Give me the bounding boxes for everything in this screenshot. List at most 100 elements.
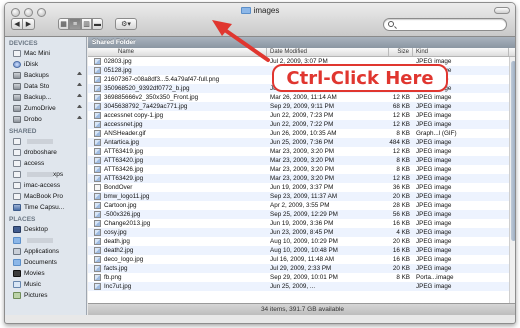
sidebar-item-shared-5[interactable]: MacBook Pro (5, 191, 86, 202)
table-row[interactable]: Antartica.jpg Jun 25, 2009, 7:36 PM 484 KB… (88, 138, 515, 147)
table-row[interactable]: Inc7ut.jpg Jun 25, 2009, ... JPEG image (88, 282, 515, 291)
file-name-cell: ATT63420.jpg (88, 156, 267, 165)
sidebar-item-label: Mac Mini (24, 50, 51, 57)
size-cell: 16 KB (392, 256, 410, 263)
file-name-cell: accessnet copy-1.jpg (88, 111, 267, 120)
eject-icon[interactable] (77, 116, 82, 119)
image-file-icon (94, 76, 101, 83)
file-name-cell: facts.jpg (88, 264, 267, 273)
image-file-icon (94, 193, 101, 200)
table-row[interactable]: death2.jpg Aug 10, 2009, 10:48 PM 16 KB JPE… (88, 246, 515, 255)
sidebar-item-places-4[interactable]: Movies (5, 268, 86, 279)
file-name-cell: ATT63429.jpg (88, 174, 267, 183)
table-row[interactable]: 3045638792_7a429ac771.jpg Sep 29, 2009, 9… (88, 102, 515, 111)
gear-icon: ⚙▾ (121, 21, 131, 28)
image-file-icon (94, 94, 101, 101)
sidebar-item-shared-2[interactable]: access (5, 158, 86, 169)
search-field[interactable] (383, 18, 507, 31)
computer-icon (13, 171, 21, 178)
sidebar-item-label: droboshare (24, 149, 57, 156)
table-row[interactable]: BondOver Jun 19, 2009, 3:37 PM 36 KB JPEG i… (88, 183, 515, 192)
toolbar-toggle-button[interactable] (494, 7, 510, 14)
table-row[interactable]: fb.png Sep 29, 2009, 10:01 PM 8 KB Porta...… (88, 273, 515, 282)
size-cell: 12 KB (392, 121, 410, 128)
sidebar-item-devices-0[interactable]: Mac Mini (5, 48, 86, 59)
column-name[interactable]: Name (88, 48, 267, 56)
kind-cell: JPEG image (416, 247, 452, 254)
sidebar-item-shared-4[interactable]: imac-access (5, 180, 86, 191)
column-kind[interactable]: Kind (413, 48, 509, 56)
file-name: Inc7ut.jpg (104, 283, 132, 290)
desktop-icon (13, 226, 21, 233)
sidebar-item-places-2[interactable]: Applications (5, 246, 86, 257)
table-row[interactable]: death.jpg Aug 10, 2009, 10:29 PM 20 KB JPEG… (88, 237, 515, 246)
sidebar-item-label: Desktop (24, 226, 48, 233)
table-row[interactable]: Change2013.jpg Jun 19, 2009, 3:36 PM 16 KB… (88, 219, 515, 228)
date-cell: Mar 26, 2009, 11:14 AM (270, 94, 337, 101)
table-row[interactable]: accessnet.jpg Jun 22, 2009, 7:22 PM 12 KB J… (88, 120, 515, 129)
table-row[interactable]: -500x326.jpg Sep 25, 2009, 12:29 PM 56 KB J… (88, 210, 515, 219)
table-row[interactable]: deco_logo.jpg Jul 16, 2009, 11:48 AM 16 KB… (88, 255, 515, 264)
eject-icon[interactable] (77, 83, 82, 86)
finder-window: images ◀ ▶ ▦ ≡ ▥ ▬ ⚙▾ DEVICES Mac Mini iDi… (4, 2, 516, 324)
sidebar-item-devices-1[interactable]: iDisk (5, 59, 86, 70)
size-cell: 16 KB (392, 220, 410, 227)
size-cell: 56 KB (392, 211, 410, 218)
table-row[interactable]: accessnet copy-1.jpg Jun 22, 2009, 7:23 P… (88, 111, 515, 120)
file-name: fb.png (104, 274, 122, 281)
column-view-button[interactable]: ▥ (81, 18, 92, 30)
sidebar-item-shared-6[interactable]: Time Capsu... (5, 202, 86, 213)
action-menu-button[interactable]: ⚙▾ (115, 18, 137, 30)
table-row[interactable]: ANSHeader.gif Jun 26, 2009, 10:35 AM 8 KB G… (88, 129, 515, 138)
table-row[interactable]: bmw_logo11.jpg Sep 23, 2009, 11:37 AM 20 K… (88, 192, 515, 201)
table-row[interactable]: ATT63426.jpg Mar 23, 2009, 3:20 PM 8 KB JPE… (88, 165, 515, 174)
drive-icon (13, 72, 21, 79)
icon-view-button[interactable]: ▦ (58, 18, 69, 30)
sidebar-item-places-5[interactable]: Music (5, 279, 86, 290)
table-row[interactable]: ATT63419.jpg Mar 23, 2009, 3:20 PM 12 KB JP… (88, 147, 515, 156)
sidebar-item-shared-3[interactable]: xps (5, 169, 86, 180)
list-view-button[interactable]: ≡ (69, 18, 81, 30)
table-row[interactable]: facts.jpg Jul 29, 2009, 2:33 PM 20 KB JPEG … (88, 264, 515, 273)
sidebar-item-shared-1[interactable]: droboshare (5, 147, 86, 158)
sidebar-item-devices-3[interactable]: Data Sto (5, 81, 86, 92)
kind-cell: JPEG image (416, 238, 452, 245)
kind-cell: Graph...l (GIF) (416, 130, 457, 137)
timecapsule-icon (13, 204, 21, 211)
sidebar-item-devices-5[interactable]: ZumoDrive (5, 103, 86, 114)
title-bar: images ◀ ▶ ▦ ≡ ▥ ▬ ⚙▾ (5, 3, 515, 37)
column-date-modified[interactable]: Date Modified (267, 48, 389, 56)
eject-icon[interactable] (77, 72, 82, 75)
file-name-cell: death2.jpg (88, 246, 267, 255)
file-name: death2.jpg (104, 247, 134, 254)
coverflow-view-button[interactable]: ▬ (92, 18, 103, 30)
sidebar-item-label: Backups (24, 72, 49, 79)
scrollbar-thumb[interactable] (511, 61, 515, 241)
eject-icon[interactable] (77, 105, 82, 108)
status-bar: 34 items, 391.7 GB available (88, 303, 515, 315)
table-row[interactable]: ATT63429.jpg Mar 23, 2009, 3:20 PM 12 KB JP… (88, 174, 515, 183)
vertical-scrollbar[interactable] (509, 57, 515, 303)
column-size[interactable]: Size (389, 48, 413, 56)
sidebar-item-devices-6[interactable]: Drobo (5, 114, 86, 125)
sidebar-item-places-3[interactable]: Documents (5, 257, 86, 268)
kind-cell: JPEG image (416, 103, 452, 110)
sidebar-item-places-0[interactable]: Desktop (5, 224, 86, 235)
table-row[interactable]: Cartoon.jpg Apr 2, 2009, 3:55 PM 28 KB JPEG… (88, 201, 515, 210)
table-row[interactable]: 369885666v2_350x350_Front.jpg Mar 26, 200… (88, 93, 515, 102)
kind-cell: JPEG image (416, 229, 452, 236)
sidebar-item-shared-0[interactable] (5, 136, 86, 147)
forward-button[interactable]: ▶ (23, 18, 35, 30)
back-button[interactable]: ◀ (11, 18, 23, 30)
file-name-cell: ATT63419.jpg (88, 147, 267, 156)
sidebar-item-places-6[interactable]: Pictures (5, 290, 86, 301)
sidebar-item-devices-4[interactable]: Backup... (5, 92, 86, 103)
sidebar-item-places-1[interactable] (5, 235, 86, 246)
sidebar-item-label: Applications (24, 248, 60, 255)
table-row[interactable]: cosy.jpg Jun 23, 2009, 8:45 PM 4 KB JPEG im… (88, 228, 515, 237)
annotation-callout: Ctrl-Click Here (272, 64, 448, 92)
table-row[interactable]: ATT63420.jpg Mar 23, 2009, 3:20 PM 8 KB JPE… (88, 156, 515, 165)
sidebar-item-devices-2[interactable]: Backups (5, 70, 86, 81)
eject-icon[interactable] (77, 94, 82, 97)
date-cell: Mar 23, 2009, 3:20 PM (270, 148, 335, 155)
